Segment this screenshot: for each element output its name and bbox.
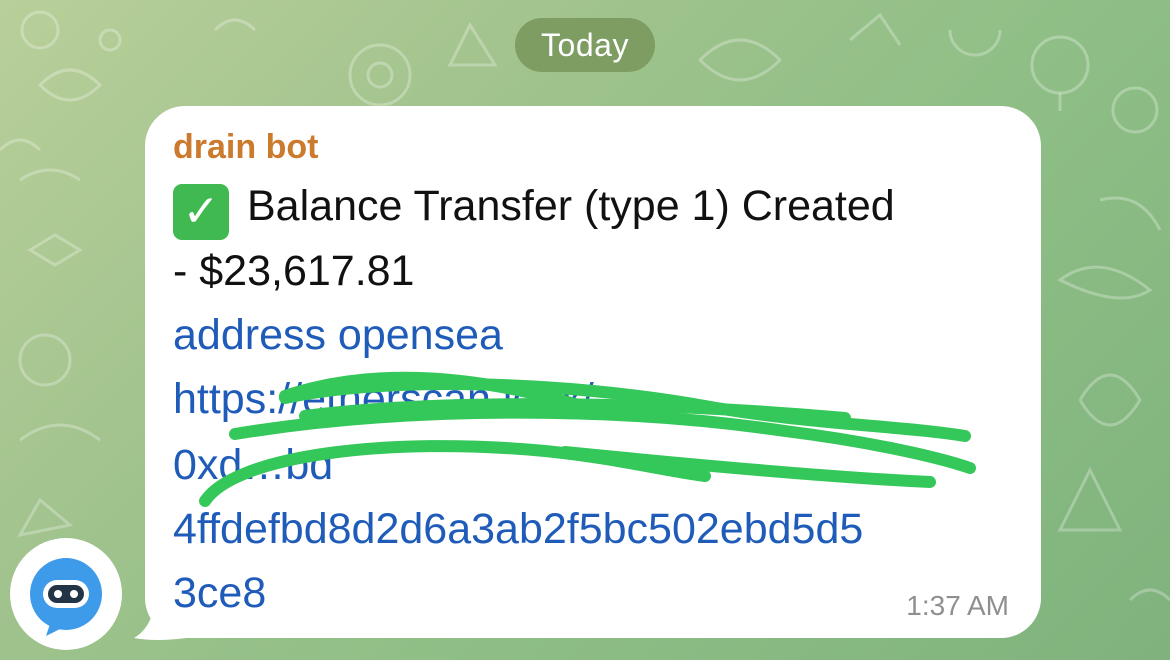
message-title-text: Balance Transfer (type 1) Created	[247, 182, 895, 230]
date-separator-pill: Today	[515, 18, 655, 72]
message-link-line[interactable]: 4ffdefbd8d2d6a3ab2f5bc502ebd5d5	[173, 505, 863, 554]
message-link-line[interactable]: 0xd…bd	[173, 441, 333, 490]
message-timestamp: 1:37 AM	[906, 590, 1009, 621]
sender-name[interactable]: drain bot	[173, 128, 318, 167]
message-link-line[interactable]: 3ce8	[173, 569, 266, 618]
message-title-line: ✓ Balance Transfer (type 1) Created	[173, 182, 895, 240]
message-bubble[interactable]: drain bot ✓ Balance Transfer (type 1) Cre…	[145, 106, 1041, 638]
message-link-line[interactable]: address opensea	[173, 311, 503, 360]
message-link-line[interactable]: https://etherscan.io/tx/	[173, 375, 594, 424]
message-amount-line: - $23,617.81	[173, 247, 415, 295]
bot-avatar[interactable]	[10, 538, 122, 650]
robot-chat-icon	[30, 558, 102, 636]
check-mark-icon: ✓	[173, 184, 229, 240]
